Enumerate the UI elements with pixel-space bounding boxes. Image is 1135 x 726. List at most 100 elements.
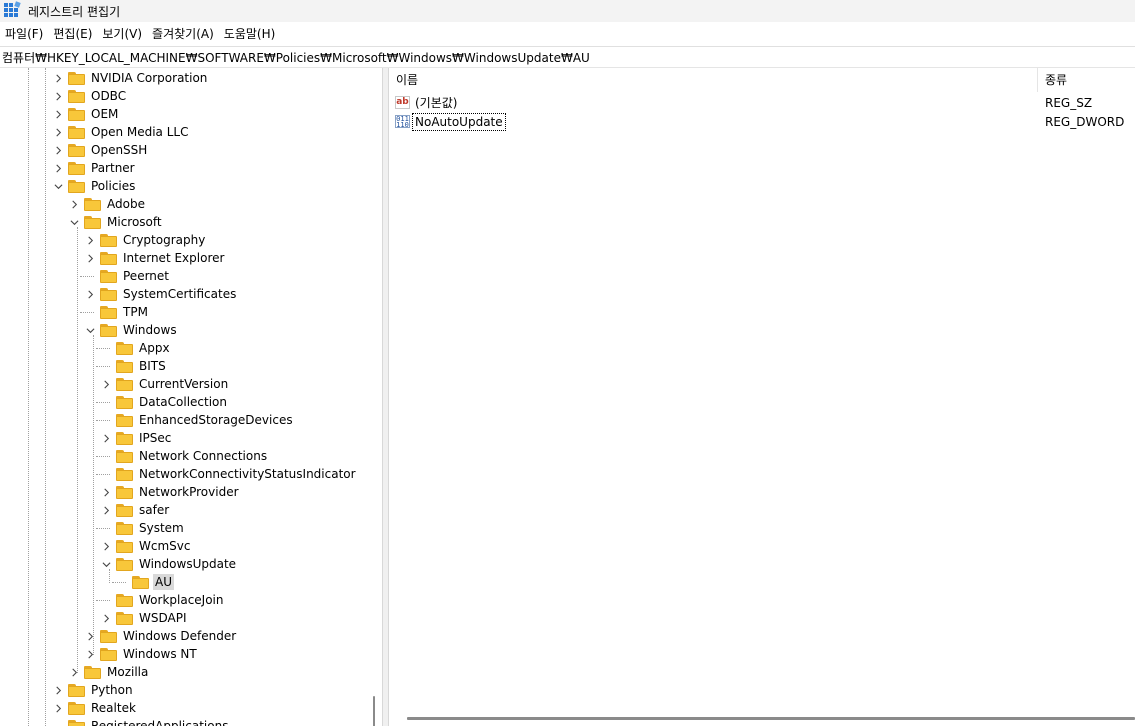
tree-item-datacollection[interactable]: DataCollection — [100, 393, 229, 411]
chevron-right-icon[interactable] — [100, 537, 112, 555]
chevron-right-icon[interactable] — [52, 681, 64, 699]
tree-item-peernet[interactable]: Peernet — [84, 267, 171, 285]
chevron-right-icon[interactable] — [84, 249, 96, 267]
chevron-right-icon[interactable] — [84, 627, 96, 645]
tree-item-python[interactable]: Python — [52, 681, 135, 699]
values-pane[interactable]: 이름 종류 ab (기본값) REG_SZ 011 110 NoAutoUpdat… — [389, 68, 1135, 726]
chevron-down-icon[interactable] — [68, 213, 80, 231]
tree-item-mozilla[interactable]: Mozilla — [68, 663, 150, 681]
tree-item-networkconnectivitystatusindicator[interactable]: NetworkConnectivityStatusIndicator — [100, 465, 358, 483]
address-path[interactable]: 컴퓨터₩HKEY_LOCAL_MACHINE₩SOFTWARE₩Policies… — [2, 49, 590, 66]
chevron-right-icon[interactable] — [100, 483, 112, 501]
chevron-right-icon[interactable] — [100, 501, 112, 519]
tree-item-internet-explorer[interactable]: Internet Explorer — [84, 249, 226, 267]
tree-item-network-connections[interactable]: Network Connections — [100, 447, 269, 465]
tree-item-networkprovider[interactable]: NetworkProvider — [100, 483, 241, 501]
chevron-right-icon[interactable] — [52, 123, 64, 141]
folder-icon — [100, 305, 117, 319]
value-row-default[interactable]: ab (기본값) REG_SZ — [395, 93, 1135, 112]
tree-item-cryptography[interactable]: Cryptography — [84, 231, 207, 249]
menu-view[interactable]: 보기(V) — [99, 22, 149, 46]
tree-item-systemcertificates[interactable]: SystemCertificates — [84, 285, 238, 303]
tree-item-workplacejoin[interactable]: WorkplaceJoin — [100, 591, 226, 609]
pane-splitter[interactable] — [382, 68, 389, 726]
chevron-right-icon[interactable] — [68, 663, 80, 681]
chevron-down-icon[interactable] — [100, 555, 112, 573]
chevron-right-icon[interactable] — [52, 699, 64, 717]
chevron-right-icon[interactable] — [84, 285, 96, 303]
tree-item-registeredapplications[interactable]: RegisteredApplications — [52, 717, 230, 726]
menu-edit[interactable]: 편집(E) — [50, 22, 99, 46]
tree-item-currentversion[interactable]: CurrentVersion — [100, 375, 230, 393]
chevron-right-icon[interactable] — [52, 141, 64, 159]
chevron-down-icon[interactable] — [84, 321, 96, 339]
column-separator[interactable] — [1037, 68, 1038, 92]
tree-item-oem[interactable]: OEM — [52, 105, 120, 123]
tree-item-system[interactable]: System — [100, 519, 186, 537]
tree-item-policies[interactable]: Policies — [52, 177, 137, 195]
chevron-down-icon[interactable] — [52, 177, 64, 195]
tree-item-nvidia-corporation[interactable]: NVIDIA Corporation — [52, 69, 209, 87]
tree-item-label: WSDAPI — [139, 611, 187, 625]
tree-item-label: EnhancedStorageDevices — [139, 413, 293, 427]
menu-file[interactable]: 파일(F) — [2, 22, 50, 46]
tree-guide-line — [77, 227, 78, 673]
folder-icon — [116, 449, 133, 463]
tree-item-au[interactable]: AU — [116, 573, 174, 591]
tree-item-tpm[interactable]: TPM — [84, 303, 150, 321]
tree-item-adobe[interactable]: Adobe — [68, 195, 147, 213]
tree-item-label: NVIDIA Corporation — [91, 71, 208, 85]
folder-icon — [100, 323, 117, 337]
menu-favorites[interactable]: 즐겨찾기(A) — [149, 22, 221, 46]
value-row-noautoupdate[interactable]: 011 110 NoAutoUpdate REG_DWORD — [395, 112, 1135, 131]
tree-item-wsdapi[interactable]: WSDAPI — [100, 609, 189, 627]
column-header-name[interactable]: 이름 — [396, 68, 418, 92]
tree-item-safer[interactable]: safer — [100, 501, 171, 519]
chevron-right-icon[interactable] — [68, 195, 80, 213]
column-header-type[interactable]: 종류 — [1045, 68, 1067, 92]
tree-item-ipsec[interactable]: IPSec — [100, 429, 173, 447]
tree-item-label: Mozilla — [107, 665, 149, 679]
chevron-right-icon[interactable] — [52, 69, 64, 87]
tree-item-label: Microsoft — [107, 215, 162, 229]
chevron-right-icon[interactable] — [84, 231, 96, 249]
chevron-right-icon[interactable] — [100, 375, 112, 393]
chevron-right-icon[interactable] — [52, 105, 64, 123]
tree-item-open-media-llc[interactable]: Open Media LLC — [52, 123, 190, 141]
tree-item-partner[interactable]: Partner — [52, 159, 137, 177]
tree-item-appx[interactable]: Appx — [100, 339, 172, 357]
tree-item-label: OpenSSH — [91, 143, 148, 157]
tree-item-label: OEM — [91, 107, 119, 121]
values-horizontal-scrollbar[interactable] — [407, 717, 1135, 720]
tree-item-realtek[interactable]: Realtek — [52, 699, 138, 717]
menu-help[interactable]: 도움말(H) — [221, 22, 283, 46]
tree-item-windowsupdate[interactable]: WindowsUpdate — [100, 555, 238, 573]
folder-icon — [68, 683, 85, 697]
tree-item-microsoft[interactable]: Microsoft — [68, 213, 164, 231]
tree-item-wcmsvc[interactable]: WcmSvc — [100, 537, 192, 555]
tree-item-windows-defender[interactable]: Windows Defender — [84, 627, 238, 645]
chevron-right-icon[interactable] — [100, 609, 112, 627]
tree-item-bits[interactable]: BITS — [100, 357, 168, 375]
value-type: REG_DWORD — [1045, 114, 1125, 129]
tree-item-windows[interactable]: Windows — [84, 321, 179, 339]
chevron-right-icon[interactable] — [52, 87, 64, 105]
tree-item-openssh[interactable]: OpenSSH — [52, 141, 149, 159]
folder-icon — [100, 233, 117, 247]
tree-item-label: NetworkProvider — [139, 485, 239, 499]
tree-item-enhancedstoragedevices[interactable]: EnhancedStorageDevices — [100, 411, 295, 429]
chevron-right-icon[interactable] — [52, 159, 64, 177]
address-bar[interactable]: 컴퓨터₩HKEY_LOCAL_MACHINE₩SOFTWARE₩Policies… — [0, 46, 1135, 68]
folder-icon — [116, 611, 133, 625]
tree-scrollbar-thumb[interactable] — [373, 696, 375, 726]
chevron-right-icon[interactable] — [84, 645, 96, 663]
value-name: (기본값) — [415, 96, 458, 110]
tree-item-odbc[interactable]: ODBC — [52, 87, 128, 105]
folder-icon — [116, 485, 133, 499]
chevron-right-icon[interactable] — [100, 429, 112, 447]
key-tree-pane[interactable]: NVIDIA Corporation ODBC OEM Open Media LLC O… — [0, 68, 382, 726]
tree-item-windows-nt[interactable]: Windows NT — [84, 645, 199, 663]
tree-item-label: safer — [139, 503, 170, 517]
tree-item-label: SystemCertificates — [123, 287, 237, 301]
